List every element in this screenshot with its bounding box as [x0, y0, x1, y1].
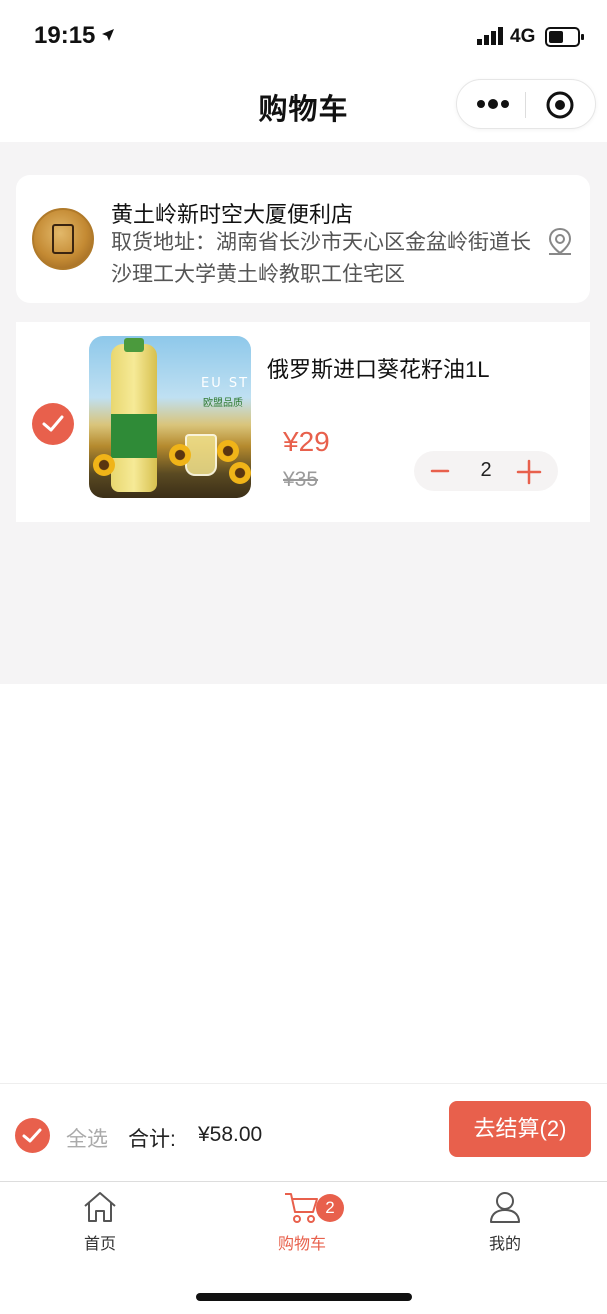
home-indicator — [196, 1293, 412, 1301]
product-image[interactable]: EU ST 欧盟品质 — [89, 336, 251, 498]
product-original-price: ¥35 — [283, 468, 319, 491]
product-price: ¥29 — [283, 426, 330, 457]
store-name: 黄土岭新时空大厦便利店 — [111, 202, 354, 227]
capsule-divider — [525, 92, 526, 118]
tab-bar: 首页 2 购物车 我的 — [0, 1181, 607, 1314]
total-value: ¥58.00 — [198, 1123, 263, 1146]
store-card[interactable]: 黄土岭新时空大厦便利店 取货地址：湖南省长沙市天心区金盆岭街道长沙理工大学黄土岭… — [16, 175, 590, 303]
store-logo-mark — [52, 224, 74, 254]
sunflower-shape — [169, 444, 191, 466]
tab-profile-label: 我的 — [488, 1236, 521, 1253]
nav-bar: 购物车 — [0, 72, 607, 142]
tab-cart-label: 购物车 — [277, 1236, 326, 1253]
battery-icon — [545, 26, 585, 53]
product-name[interactable]: 俄罗斯进口葵花籽油1L — [267, 352, 489, 384]
store-address: 取货地址：湖南省长沙市天心区金盆岭街道长沙理工大学黄土岭教职工住宅区 — [111, 231, 531, 286]
network-type: 4G — [510, 26, 536, 47]
quantity-stepper: 2 — [414, 451, 558, 491]
product-image-text: EU ST — [201, 376, 250, 391]
store-logo — [32, 208, 94, 270]
bottle-label-shape — [111, 414, 157, 458]
tab-home-label: 首页 — [83, 1236, 116, 1253]
tab-home[interactable]: 首页 — [40, 1190, 160, 1254]
select-all-checkbox[interactable] — [15, 1118, 50, 1153]
item-checkbox[interactable] — [32, 403, 74, 445]
more-dots-icon[interactable] — [477, 97, 509, 116]
sunflower-shape — [217, 440, 239, 462]
minus-icon[interactable] — [428, 461, 452, 481]
location-pin-icon[interactable] — [546, 227, 574, 262]
mini-program-capsule — [456, 79, 596, 129]
cart-item: EU ST 欧盟品质 俄罗斯进口葵花籽油1L ¥29 ¥35 2 — [16, 322, 590, 522]
plus-icon[interactable] — [516, 459, 542, 485]
signal-icon — [477, 27, 505, 50]
checkout-bar: 全选 合计: ¥58.00 去结算(2) — [0, 1083, 607, 1181]
bottle-cap-shape — [124, 338, 144, 352]
cart-badge: 2 — [316, 1194, 344, 1222]
checkout-button[interactable]: 去结算(2) — [449, 1101, 591, 1157]
status-time: 19:15 — [34, 22, 96, 49]
tab-cart[interactable]: 2 购物车 — [242, 1190, 362, 1254]
product-image-subtext: 欧盟品质 — [203, 398, 243, 409]
select-all-label[interactable]: 全选 — [66, 1123, 108, 1153]
status-bar: 19:15 4G — [0, 0, 607, 72]
cart-content: 黄土岭新时空大厦便利店 取货地址：湖南省长沙市天心区金盆岭街道长沙理工大学黄土岭… — [0, 142, 607, 684]
total-label: 合计: — [128, 1128, 176, 1151]
home-icon — [84, 1192, 116, 1222]
quantity-value[interactable]: 2 — [466, 459, 506, 482]
user-icon — [490, 1192, 520, 1223]
target-close-icon[interactable] — [545, 90, 575, 125]
tab-profile[interactable]: 我的 — [445, 1190, 565, 1254]
sunflower-shape — [229, 462, 251, 484]
location-arrow-icon — [101, 28, 115, 47]
sunflower-shape — [93, 454, 115, 476]
